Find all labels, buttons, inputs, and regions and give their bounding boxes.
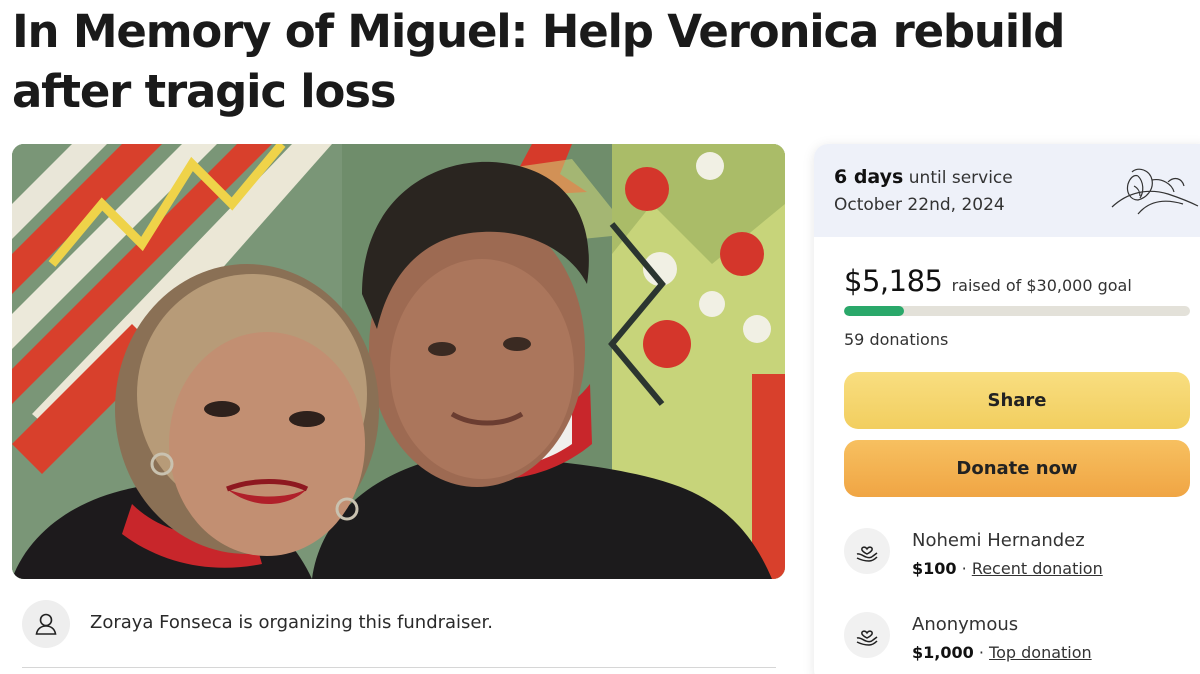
donor-name: Nohemi Hernandez bbox=[912, 530, 1085, 551]
donor-meta: $100 · Recent donation bbox=[912, 559, 1103, 578]
amount-raised: $5,185 raised of $30,000 goal bbox=[844, 264, 1132, 298]
fundraiser-photo bbox=[12, 144, 785, 579]
separator: · bbox=[978, 643, 984, 662]
donation-hands-icon bbox=[844, 528, 890, 574]
lily-flower-icon bbox=[1111, 168, 1199, 215]
goal-text: raised of $30,000 goal bbox=[951, 276, 1132, 295]
progress-fill bbox=[844, 306, 904, 316]
donation-amount: $100 bbox=[912, 559, 957, 578]
donation-item: Nohemi Hernandez $100 · Recent donation bbox=[844, 524, 1200, 584]
donor-meta: $1,000 · Top donation bbox=[912, 643, 1092, 662]
service-until-label: until service bbox=[908, 168, 1013, 188]
recent-donation-link[interactable]: Recent donation bbox=[972, 559, 1103, 578]
service-banner: 6 days until service October 22nd, 2024 bbox=[814, 144, 1200, 237]
donation-card: 6 days until service October 22nd, 2024 … bbox=[814, 144, 1200, 674]
top-donation-link[interactable]: Top donation bbox=[989, 643, 1092, 662]
service-countdown: 6 days until service bbox=[834, 166, 1013, 188]
donor-name: Anonymous bbox=[912, 614, 1019, 635]
donation-count: 59 donations bbox=[844, 330, 949, 349]
organizer-text: Zoraya Fonseca is organizing this fundra… bbox=[90, 612, 493, 633]
service-date: October 22nd, 2024 bbox=[834, 195, 1005, 215]
organizer-row: Zoraya Fonseca is organizing this fundra… bbox=[22, 598, 776, 668]
raised-amount: $5,185 bbox=[844, 264, 943, 298]
person-icon bbox=[22, 600, 70, 648]
share-button[interactable]: Share bbox=[844, 372, 1190, 429]
donation-hands-icon bbox=[844, 612, 890, 658]
donation-amount: $1,000 bbox=[912, 643, 974, 662]
progress-bar bbox=[844, 306, 1190, 316]
page-title: In Memory of Miguel: Help Veronica rebui… bbox=[12, 5, 1065, 118]
donate-now-button[interactable]: Donate now bbox=[844, 440, 1190, 497]
service-days-count: 6 days bbox=[834, 166, 904, 188]
donation-item: Anonymous $1,000 · Top donation bbox=[844, 608, 1200, 668]
separator: · bbox=[961, 559, 967, 578]
